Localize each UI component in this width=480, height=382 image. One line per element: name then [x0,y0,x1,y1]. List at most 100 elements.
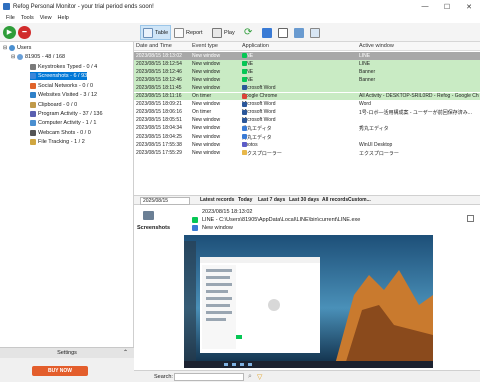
screenshots-icon [143,211,154,220]
buy-now-button[interactable]: BUY NOW [32,366,88,376]
line-app-icon [192,217,198,223]
filter-latest[interactable]: Latest records [200,197,234,203]
sidebar-item[interactable]: Program Activity - 37 / 136 [30,110,103,118]
table-row[interactable]: 2023/08/15 17:55:29 New window エクスプローラー エクス… [134,149,480,157]
select-checkbox[interactable] [467,215,474,222]
table-row[interactable]: 2023/08/15 18:04:34 New window 秀丸エディタ 秀丸エディ… [134,125,480,133]
sidebar-item[interactable]: Keystrokes Typed - 0 / 4 [30,63,97,71]
cell-app: LINE [242,61,357,67]
screenshot-image[interactable] [184,235,433,368]
tree-root-users[interactable]: ⊟ Users [3,44,31,52]
globe-icon [30,92,36,99]
table-row[interactable]: 2023/08/15 18:11:45 New window Microsoft W… [134,84,480,93]
delete-icon[interactable] [278,28,288,38]
table-header: Date and Time Event type Application Act… [134,42,480,51]
cell-date: 2023/08/15 17:55:29 [136,149,182,156]
cell-app: LINE [242,53,357,59]
menu-tools[interactable]: Tools [21,15,34,21]
sidebar-item[interactable]: Websites Visited - 3 / 12 [30,91,97,99]
table-row[interactable]: 2023/08/15 18:09:21 New window Microsoft W… [134,101,480,109]
cell-event: New window [192,149,221,156]
column-application[interactable]: Application [242,43,269,49]
play-view-button[interactable]: Play [210,25,237,40]
table-row[interactable]: 2023/08/15 17:55:38 New window Photos WinUI… [134,141,480,149]
app-icon [242,85,247,91]
table-row[interactable]: 2023/08/15 18:05:51 New window Microsoft W… [134,117,480,125]
chevron-up-icon[interactable]: ⌃ [123,349,128,356]
start-monitoring-button[interactable]: ▶ [3,25,16,39]
menu-view[interactable]: View [40,15,52,21]
app-icon [242,142,247,148]
export-icon[interactable] [262,28,272,38]
refresh-icon[interactable]: ⟳ [242,25,254,40]
table-row[interactable]: 2023/08/15 18:06:16 On timer Microsoft Wor… [134,109,480,117]
table-row[interactable]: 2023/08/15 18:12:46 New window LINE Banner [134,76,480,85]
cell-app: Microsoft Word [242,109,357,115]
filter-all[interactable]: All records [322,197,348,203]
cell-event: New window [192,52,221,59]
cell-date: 2023/08/15 18:13:02 [136,52,182,59]
table-row[interactable]: 2023/08/15 18:13:02 New window LINE LINE [134,52,480,60]
settings-bar[interactable]: Settings ⌃ [0,347,134,358]
search-icon[interactable]: ⌕ [248,373,252,381]
table-row[interactable]: 2023/08/15 18:11:16 On timer Google Chrome… [134,92,480,101]
column-event[interactable]: Event type [192,43,218,49]
sidebar-item[interactable]: Screenshots - 6 / 93 [30,72,88,81]
column-date[interactable]: Date and Time [136,43,172,49]
cell-event: On timer [192,109,212,116]
table-view-button[interactable]: Table [140,25,172,40]
filter-last7[interactable]: Last 7 days [258,197,285,203]
sidebar-item-label: Social Networks - 0 / 0 [38,82,94,89]
sidebar-item-label: Webcam Shots - 0 / 0 [38,129,91,136]
sidebar-item[interactable]: Computer Activity - 1 / 1 [30,119,96,127]
filter-last30[interactable]: Last 30 days [289,197,319,203]
table-row[interactable]: 2023/08/15 18:12:46 New window LINE Banner [134,68,480,76]
date-picker[interactable]: 2025/08/15 [140,197,190,205]
menu-bar: File Tools View Help [0,13,480,23]
report-view-button[interactable]: Report [172,25,205,40]
tree-user-node[interactable]: ⊟ 81905 - 48 / 168 [11,53,65,61]
cell-window: LINE [359,52,371,59]
cell-event: New window [192,84,221,91]
table-row[interactable]: 2023/08/15 18:04:25 New window 秀丸エディタ [134,133,480,141]
sidebar-item[interactable]: Webcam Shots - 0 / 0 [30,129,91,137]
stop-monitoring-button[interactable]: ━ [18,25,31,39]
users-icon [9,45,15,51]
save-icon[interactable] [294,28,304,38]
filter-today[interactable]: Today [238,197,252,203]
minimize-button[interactable]: — [414,0,436,13]
cell-window: Banner [359,68,376,75]
menu-file[interactable]: File [6,15,15,21]
cell-date: 2023/08/15 18:12:46 [136,76,182,83]
cell-event: New window [192,141,221,148]
search-label: Search: [154,374,173,380]
column-active-window[interactable]: Active window [359,43,394,49]
cell-window: 秀丸エディタ [359,126,389,133]
settings-label: Settings [57,350,77,356]
cell-app-label: エクスプローラー [242,150,282,157]
maximize-button[interactable]: ☐ [436,0,458,13]
cell-app: LINE [242,69,357,75]
search-input[interactable] [174,373,244,381]
close-button[interactable]: ✕ [458,0,480,13]
sidebar-item-label: Clipboard - 0 / 0 [38,101,78,108]
events-table: Date and Time Event type Application Act… [134,42,480,195]
cell-app: Microsoft Word [242,85,357,91]
table-row[interactable]: 2023/08/15 18:12:54 New window LINE LINE [134,60,480,68]
sidebar-item[interactable]: File Tracking - 1 / 2 [30,138,85,146]
app-icon [242,109,247,115]
cell-date: 2023/08/15 18:05:51 [136,117,182,124]
file-icon [30,139,36,146]
cell-date: 2023/08/15 17:55:38 [136,141,182,148]
window-title: Refog Personal Monitor - your trial peri… [13,3,154,10]
timestamp: 2023/08/15 18:13:02 [202,209,253,215]
menu-help[interactable]: Help [58,15,69,21]
sidebar-item[interactable]: Clipboard - 0 / 0 [30,101,77,109]
app-icon [242,61,247,67]
sidebar-item-label: Keystrokes Typed - 0 / 4 [38,64,98,70]
filter-icon[interactable]: ▽ [257,373,262,381]
sidebar-item[interactable]: Social Networks - 0 / 0 [30,82,93,90]
window-icon[interactable] [310,28,320,38]
filter-custom[interactable]: Custom... [348,197,371,203]
status-bar: Search: ⌕ ▽ [134,370,480,382]
